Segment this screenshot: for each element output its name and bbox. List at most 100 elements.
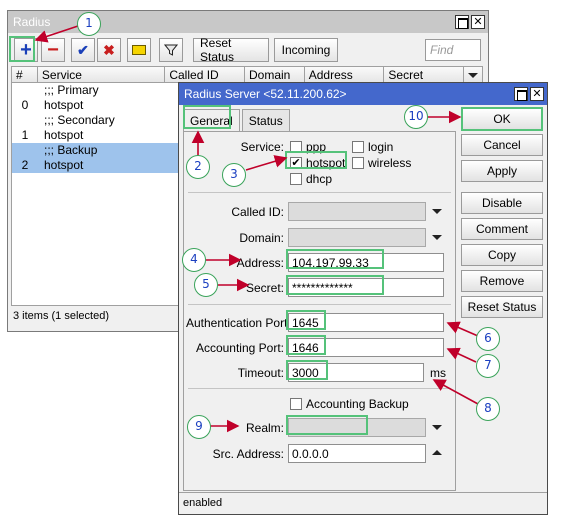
find-input[interactable]: Find: [425, 39, 481, 61]
server-status-bar: enabled: [179, 492, 547, 514]
enable-button[interactable]: ✔: [71, 38, 95, 62]
check-icon: ✔: [77, 41, 89, 58]
row-number: [12, 83, 38, 98]
cancel-button[interactable]: Cancel: [461, 134, 543, 156]
column-header-address[interactable]: Address: [305, 67, 385, 82]
row-comment: ;;; Primary: [44, 83, 99, 97]
row-comment: ;;; Secondary: [44, 113, 115, 127]
chevron-up-icon[interactable]: [432, 450, 442, 455]
highlight-acct-port: [286, 335, 326, 355]
column-header-secret[interactable]: Secret: [384, 67, 465, 82]
called-id-field[interactable]: [288, 202, 426, 221]
chevron-down-icon: [468, 73, 479, 78]
highlight-timeout: [286, 360, 328, 380]
callout-8: 8: [476, 397, 500, 421]
server-window-title: Radius Server <52.11.200.62>: [184, 87, 347, 101]
column-header-domain[interactable]: Domain: [245, 67, 305, 82]
domain-label: Domain:: [239, 231, 284, 245]
timeout-unit: ms: [430, 366, 446, 380]
timeout-label: Timeout:: [237, 366, 284, 380]
dhcp-label: dhcp: [306, 172, 333, 186]
table-header: # Service Called ID Domain Address Secre…: [12, 67, 482, 83]
src-address-field[interactable]: 0.0.0.0: [288, 444, 426, 463]
disable-button[interactable]: ✖: [97, 38, 121, 62]
realm-label: Realm:: [245, 421, 284, 435]
remove-button[interactable]: −: [41, 38, 65, 62]
radius-server-window: Radius Server <52.11.200.62> ✕ General S…: [178, 82, 548, 515]
callout-1: 1: [77, 12, 101, 36]
wireless-checkbox[interactable]: [352, 157, 364, 169]
chevron-down-icon[interactable]: [432, 425, 442, 430]
chevron-down-icon[interactable]: [432, 235, 442, 240]
maximize-button[interactable]: [455, 15, 469, 29]
highlight-ok-button: [461, 107, 543, 131]
src-address-label: Src. Address:: [212, 447, 284, 461]
separator: [188, 304, 451, 305]
chevron-down-icon[interactable]: [432, 209, 442, 214]
dhcp-checkbox[interactable]: [290, 173, 302, 185]
highlight-add-button: [9, 36, 35, 62]
column-header-service[interactable]: Service: [38, 67, 166, 82]
separator: [188, 388, 451, 389]
acct-port-label: Accounting Port:: [195, 341, 284, 355]
callout-10: 10: [404, 105, 428, 129]
highlight-address: [286, 249, 384, 269]
comment-icon: [132, 45, 146, 55]
incoming-button[interactable]: Incoming: [274, 38, 338, 62]
callout-9: 9: [187, 415, 211, 439]
comment-button[interactable]: Comment: [461, 218, 543, 240]
row-service: hotspot: [44, 128, 84, 142]
separator: [188, 192, 451, 193]
highlight-auth-port: [286, 310, 326, 330]
accounting-backup-label: Accounting Backup: [306, 397, 409, 411]
tab-status[interactable]: Status: [241, 109, 290, 131]
callout-6: 6: [476, 327, 500, 351]
callout-3: 3: [222, 163, 246, 187]
copy-button[interactable]: Copy: [461, 244, 543, 266]
wireless-label: wireless: [368, 156, 412, 170]
row-service: hotspot: [44, 98, 84, 112]
row-service: hotspot: [44, 158, 84, 172]
auth-port-label: Authentication Port:: [186, 316, 291, 330]
radius-window-title: Radius: [13, 15, 51, 29]
column-header-num[interactable]: #: [12, 67, 38, 82]
highlight-secret: [286, 275, 384, 295]
callout-7: 7: [476, 354, 500, 378]
callout-2: 2: [186, 155, 210, 179]
filter-button[interactable]: [159, 38, 183, 62]
radius-status-text: 3 items (1 selected): [13, 310, 109, 322]
highlight-realm: [286, 415, 368, 435]
close-button[interactable]: ✕: [471, 15, 485, 29]
login-label: login: [368, 140, 394, 154]
highlight-general-tab: [183, 105, 231, 129]
cross-icon: ✖: [103, 41, 115, 58]
row-number: 0: [21, 98, 29, 112]
domain-field[interactable]: [288, 228, 426, 247]
reset-status-button[interactable]: Reset Status: [461, 296, 543, 318]
server-titlebar: Radius Server <52.11.200.62> ✕: [179, 83, 547, 105]
accounting-backup-checkbox[interactable]: [290, 398, 302, 410]
row-number: 1: [21, 128, 29, 142]
service-label: Service:: [240, 140, 284, 154]
column-header-called-id[interactable]: Called ID: [165, 67, 245, 82]
columns-menu-button[interactable]: [464, 67, 482, 82]
comment-button[interactable]: [127, 38, 151, 62]
row-number: [12, 143, 38, 158]
highlight-hotspot: [285, 151, 347, 169]
row-number: [12, 113, 38, 128]
apply-button[interactable]: Apply: [461, 160, 543, 182]
disable-button[interactable]: Disable: [461, 192, 543, 214]
radius-toolbar: + − ✔ ✖ Reset Status Incoming Find: [11, 36, 485, 64]
login-checkbox[interactable]: [352, 141, 364, 153]
row-comment: ;;; Backup: [44, 143, 98, 157]
callout-5: 5: [194, 273, 218, 297]
remove-button[interactable]: Remove: [461, 270, 543, 292]
called-id-label: Called ID:: [231, 205, 284, 219]
maximize-button[interactable]: [514, 87, 528, 101]
reset-status-button[interactable]: Reset Status: [193, 36, 269, 64]
server-status-text: enabled: [183, 497, 223, 509]
filter-icon: [164, 44, 178, 56]
row-number: 2: [21, 158, 29, 172]
callout-4: 4: [182, 248, 206, 272]
close-button[interactable]: ✕: [530, 87, 544, 101]
